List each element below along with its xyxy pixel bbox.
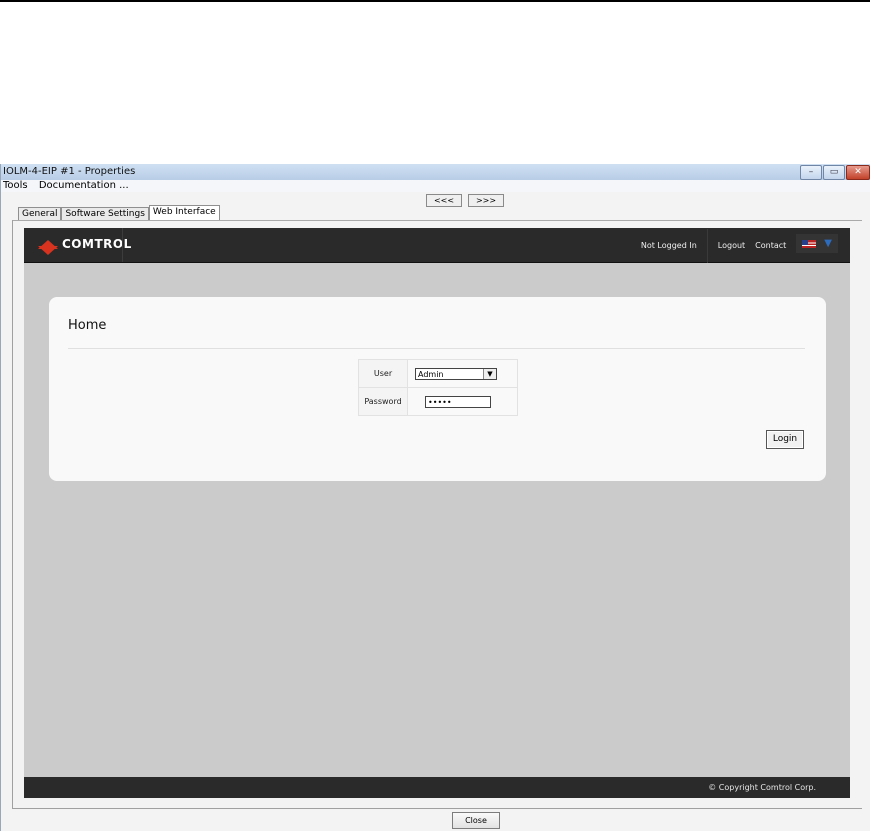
- home-card: Home User Admin ▼ Password ••••• Login: [49, 297, 826, 481]
- menu-documentation[interactable]: Documentation ...: [39, 180, 129, 191]
- chevron-down-icon[interactable]: ▼: [483, 368, 496, 379]
- header-divider: [122, 228, 123, 262]
- logo-diamond-lower-icon: [38, 246, 58, 255]
- tab-strip: General Software Settings Web Interface: [18, 205, 220, 220]
- panel-left-border: [12, 220, 13, 808]
- window-controls: – ▭ ✕: [800, 165, 870, 180]
- login-status: Not Logged In: [640, 241, 697, 250]
- tab-general[interactable]: General: [18, 207, 62, 220]
- forward-button[interactable]: >>>: [468, 194, 504, 207]
- maximize-button[interactable]: ▭: [823, 165, 845, 180]
- password-field[interactable]: •••••: [425, 395, 491, 408]
- language-selector[interactable]: ▼: [796, 234, 838, 253]
- window-titlebar[interactable]: IOLM-4-EIP #1 - Properties – ▭ ✕: [1, 164, 870, 180]
- tab-panel-border: [12, 220, 862, 221]
- page-top-rule: [0, 0, 870, 2]
- page-title: Home: [68, 318, 107, 333]
- logout-link[interactable]: Logout: [718, 241, 745, 250]
- panel-bottom-border: [12, 808, 862, 809]
- header-divider: [706, 228, 708, 263]
- login-button[interactable]: Login: [766, 430, 804, 449]
- web-header: Comtrol Not Logged In Logout Contact ▼: [24, 228, 850, 263]
- user-select[interactable]: Admin ▼: [415, 367, 497, 380]
- copyright-text: © Copyright Comtrol Corp.: [708, 783, 816, 792]
- us-flag-icon: [802, 239, 817, 248]
- contact-link[interactable]: Contact: [755, 241, 786, 250]
- close-window-button[interactable]: ✕: [846, 165, 870, 180]
- minimize-button[interactable]: –: [800, 165, 822, 180]
- login-form: User Admin ▼ Password •••••: [358, 359, 518, 416]
- close-button[interactable]: Close: [452, 812, 500, 829]
- web-interface-view: Comtrol Not Logged In Logout Contact ▼ H…: [24, 228, 850, 798]
- password-label: Password: [358, 387, 408, 416]
- funnel-icon: ▼: [824, 238, 832, 249]
- nav-buttons: <<< >>>: [426, 194, 504, 207]
- header-right: Not Logged In Logout Contact ▼: [640, 228, 838, 263]
- back-button[interactable]: <<<: [426, 194, 462, 207]
- user-label: User: [358, 359, 408, 388]
- tab-software-settings[interactable]: Software Settings: [61, 207, 149, 220]
- web-footer: © Copyright Comtrol Corp.: [24, 777, 850, 798]
- menu-tools[interactable]: Tools: [3, 180, 28, 191]
- user-select-value: Admin: [418, 369, 444, 379]
- title-divider: [68, 348, 805, 349]
- window-title: IOLM-4-EIP #1 - Properties: [3, 166, 136, 177]
- menubar: Tools Documentation ...: [1, 180, 870, 192]
- tab-web-interface[interactable]: Web Interface: [148, 205, 220, 220]
